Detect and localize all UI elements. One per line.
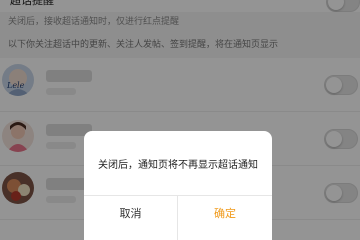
dialog-button-bar: 取消 确定 — [84, 195, 272, 240]
dialog-message: 关闭后，通知页将不再显示超话通知 — [98, 160, 258, 171]
confirm-button[interactable]: 确定 — [178, 196, 272, 240]
cancel-button[interactable]: 取消 — [84, 196, 178, 240]
confirm-dialog: 关闭后，通知页将不再显示超话通知 取消 确定 — [84, 131, 272, 240]
